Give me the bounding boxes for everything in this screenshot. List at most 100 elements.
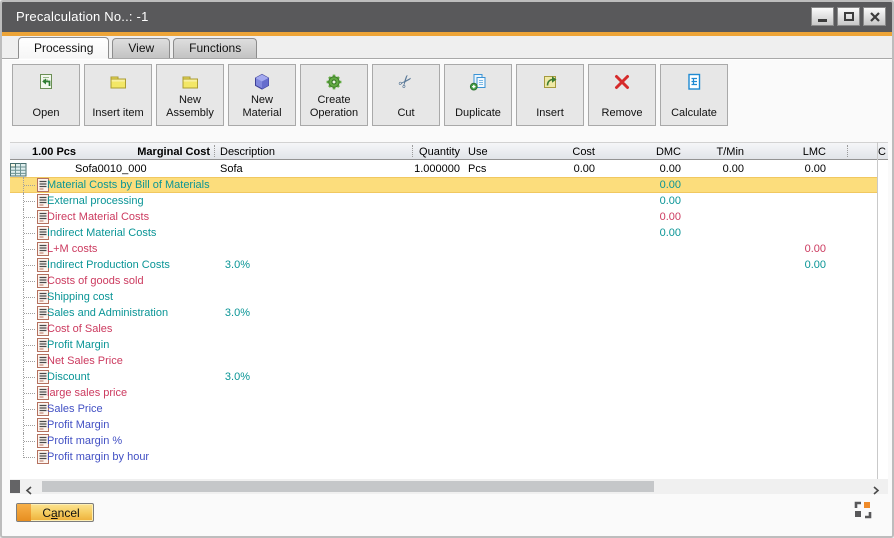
table-row[interactable]: Costs of goods sold xyxy=(10,273,877,289)
insert-button[interactable]: Insert xyxy=(516,64,584,126)
cancel-button[interactable]: Cancel xyxy=(16,503,94,522)
scissors-icon: ✂ xyxy=(373,71,439,93)
row-dmc-value xyxy=(611,418,681,432)
row-percent xyxy=(202,402,250,416)
row-label: Indirect Production Costs xyxy=(47,258,170,272)
row-dmc-value xyxy=(611,354,681,368)
column-dmc: DMC xyxy=(611,145,681,159)
row-percent: 3.0% xyxy=(202,370,250,384)
row-label: External processing xyxy=(47,194,144,208)
chevron-right-icon xyxy=(872,486,880,495)
duplicate-button[interactable]: Duplicate xyxy=(444,64,512,126)
row-dmc-value xyxy=(611,450,681,464)
item-use: Pcs xyxy=(468,162,486,176)
row-dmc-value xyxy=(611,258,681,272)
tree-branch xyxy=(24,201,35,202)
insert-item-button[interactable]: Insert item xyxy=(84,64,152,126)
resize-grip-icon[interactable] xyxy=(854,501,872,519)
new-assembly-button[interactable]: New Assembly xyxy=(156,64,224,126)
table-row[interactable]: Profit margin by hour xyxy=(10,449,877,465)
row-lmc-value xyxy=(756,194,826,208)
table-row[interactable]: Shipping cost xyxy=(10,289,877,305)
open-button[interactable]: Open xyxy=(12,64,80,126)
table-row[interactable]: large sales price xyxy=(10,385,877,401)
row-dmc-value xyxy=(611,386,681,400)
tab-functions[interactable]: Functions xyxy=(173,38,257,58)
table-row[interactable]: Discount 3.0% xyxy=(10,369,877,385)
row-percent xyxy=(202,242,250,256)
row-lmc-value xyxy=(756,386,826,400)
toolbar: Open Insert item New Assembly New Materi… xyxy=(12,64,728,126)
titlebar: Precalculation No..: -1 xyxy=(2,2,892,32)
remove-button[interactable]: Remove xyxy=(588,64,656,126)
row-label: Net Sales Price xyxy=(47,354,123,368)
cut-button[interactable]: ✂ Cut xyxy=(372,64,440,126)
precalculation-table: 1.00 Pcs Marginal Cost Description Quant… xyxy=(10,142,888,479)
table-rows: Material Costs by Bill of Materials 0.00… xyxy=(10,177,888,465)
column-description: Description xyxy=(220,145,275,159)
minimize-button[interactable] xyxy=(811,7,834,26)
tree-branch xyxy=(24,377,35,378)
row-label: Profit Margin xyxy=(47,418,109,432)
tree-branch xyxy=(24,425,35,426)
item-cost: 0.00 xyxy=(525,162,595,176)
row-label: Sales and Administration xyxy=(47,306,168,320)
row-label: Profit margin % xyxy=(47,434,122,448)
table-row[interactable]: Indirect Material Costs 0.00 xyxy=(10,225,877,241)
table-row[interactable]: Sales and Administration 3.0% xyxy=(10,305,877,321)
row-lmc-value xyxy=(756,306,826,320)
scroll-right-button[interactable] xyxy=(872,482,880,500)
row-dmc-value xyxy=(611,370,681,384)
create-operation-button[interactable]: Create Operation xyxy=(300,64,368,126)
row-dmc-value xyxy=(611,306,681,320)
scrollbar-thumb[interactable] xyxy=(42,481,654,492)
item-dmc: 0.00 xyxy=(611,162,681,176)
row-dmc-value xyxy=(611,402,681,416)
row-percent xyxy=(202,290,250,304)
folder-icon xyxy=(157,71,223,93)
tree-branch xyxy=(24,297,35,298)
table-row[interactable]: External processing 0.00 xyxy=(10,193,877,209)
maximize-button[interactable] xyxy=(837,7,860,26)
row-label: large sales price xyxy=(47,386,127,400)
column-t-min: T/Min xyxy=(674,145,744,159)
row-dmc-value xyxy=(611,274,681,288)
new-material-button[interactable]: New Material xyxy=(228,64,296,126)
table-row[interactable]: Material Costs by Bill of Materials 0.00 xyxy=(10,177,877,193)
row-lmc-value xyxy=(756,226,826,240)
row-percent xyxy=(202,274,250,288)
table-row[interactable]: Net Sales Price xyxy=(10,353,877,369)
row-lmc-value xyxy=(756,322,826,336)
calculate-button[interactable]: Calculate xyxy=(660,64,728,126)
row-label: Material Costs by Bill of Materials xyxy=(47,178,210,192)
row-dmc-value xyxy=(611,290,681,304)
tree-branch xyxy=(24,217,35,218)
scroll-left-button[interactable] xyxy=(25,482,33,500)
row-label: Indirect Material Costs xyxy=(47,226,156,240)
insert-arrow-icon xyxy=(517,71,583,93)
horizontal-scrollbar[interactable] xyxy=(10,479,888,494)
table-row[interactable]: Sales Price xyxy=(10,401,877,417)
table-row[interactable]: Profit margin % xyxy=(10,433,877,449)
close-button[interactable] xyxy=(863,7,886,26)
row-lmc-value xyxy=(756,450,826,464)
row-dmc-value xyxy=(611,242,681,256)
tree-branch xyxy=(24,329,35,330)
main-item-row[interactable]: Sofa0010_000 Sofa 1.000000 Pcs 0.00 0.00… xyxy=(10,161,877,177)
item-code: Sofa0010_000 xyxy=(75,162,147,176)
row-dmc-value: 0.00 xyxy=(611,226,681,240)
table-row[interactable]: Cost of Sales xyxy=(10,321,877,337)
table-row[interactable]: L+M costs 0.00 xyxy=(10,241,877,257)
row-dmc-value xyxy=(611,322,681,336)
tree-branch xyxy=(24,185,35,186)
item-quantity: 1.000000 xyxy=(390,162,460,176)
row-lmc-value xyxy=(756,434,826,448)
table-row[interactable]: Profit Margin xyxy=(10,337,877,353)
table-row[interactable]: Direct Material Costs 0.00 xyxy=(10,209,877,225)
row-lmc-value xyxy=(756,290,826,304)
row-dmc-value: 0.00 xyxy=(611,194,681,208)
table-row[interactable]: Profit Margin xyxy=(10,417,877,433)
table-row[interactable]: Indirect Production Costs 3.0% 0.00 xyxy=(10,257,877,273)
tab-view[interactable]: View xyxy=(112,38,170,58)
tab-processing[interactable]: Processing xyxy=(18,37,109,59)
